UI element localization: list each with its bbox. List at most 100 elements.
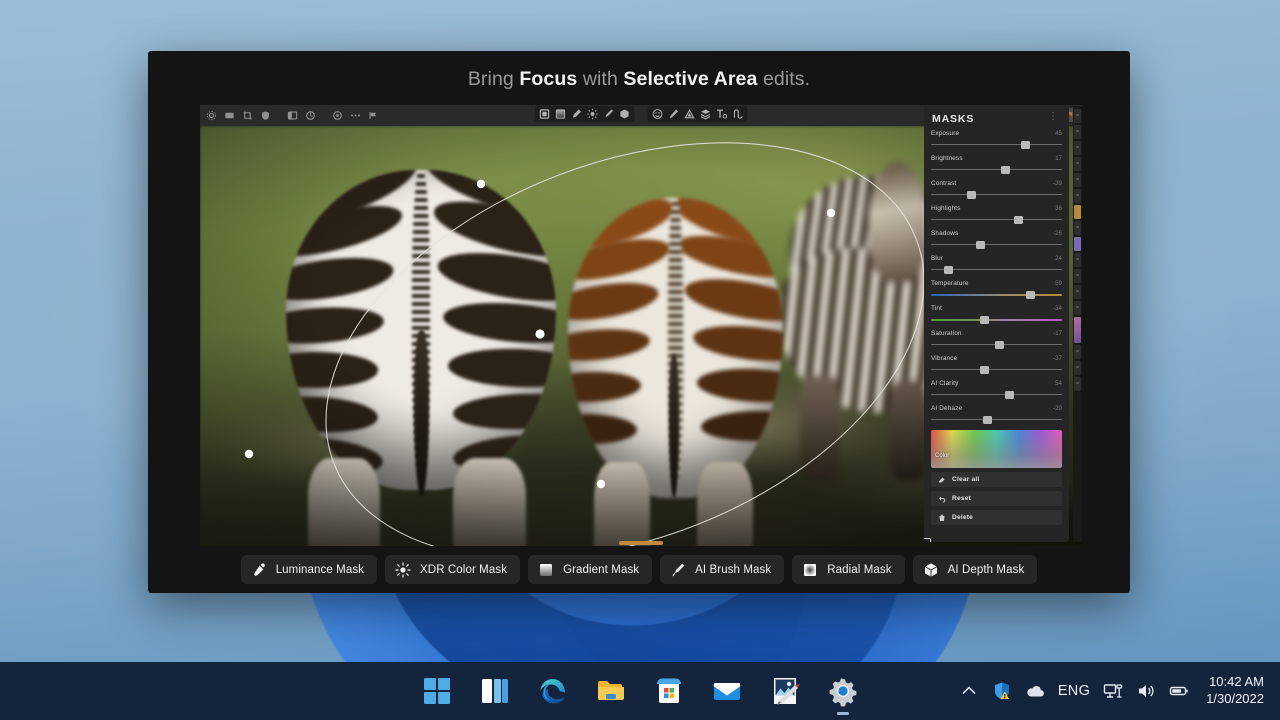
- text-icon[interactable]: [716, 108, 728, 120]
- filmstrip-cell[interactable]: [1074, 189, 1081, 203]
- slider-knob[interactable]: [976, 240, 986, 249]
- onedrive-cloud-icon[interactable]: [1025, 681, 1045, 701]
- square-mask-icon[interactable]: [539, 108, 551, 120]
- info-icon[interactable]: [332, 110, 343, 121]
- filmstrip-cell[interactable]: [1074, 173, 1081, 187]
- filmstrip-cell[interactable]: [1074, 361, 1081, 375]
- filmstrip-cell[interactable]: [1074, 253, 1081, 267]
- rectangle-icon[interactable]: [224, 110, 235, 121]
- gradient-mask-icon[interactable]: [555, 108, 567, 120]
- slider-track[interactable]: [931, 165, 1062, 175]
- slider-track[interactable]: [931, 365, 1062, 375]
- slider-knob[interactable]: [1005, 390, 1015, 399]
- file-explorer-icon[interactable]: [595, 675, 627, 707]
- filmstrip-cell[interactable]: [1074, 345, 1081, 359]
- slider-value: -39: [1053, 180, 1062, 187]
- brush-icon[interactable]: [603, 108, 615, 120]
- slider-knob[interactable]: [982, 415, 992, 424]
- sync-icon[interactable]: [305, 110, 316, 121]
- filmstrip-cell[interactable]: [1074, 157, 1081, 171]
- layers-icon[interactable]: [287, 110, 298, 121]
- ai-brush-mask-button[interactable]: AI Brush Mask: [660, 555, 785, 584]
- gear-icon[interactable]: [206, 110, 217, 121]
- slider-knob[interactable]: [1026, 290, 1036, 299]
- microsoft-store-icon[interactable]: [653, 675, 685, 707]
- defender-shield-warning-icon[interactable]: [992, 681, 1012, 701]
- language-indicator[interactable]: ENG: [1058, 683, 1090, 699]
- photo-editor-icon[interactable]: [769, 675, 801, 707]
- slider-knob[interactable]: [980, 365, 990, 374]
- slider-track[interactable]: [931, 415, 1062, 425]
- slider-track[interactable]: [931, 340, 1062, 350]
- slider-row: Shadows -26: [931, 230, 1062, 250]
- volume-icon[interactable]: [1136, 681, 1156, 701]
- color-picker-swatch[interactable]: Color: [931, 430, 1062, 468]
- filmstrip-cell[interactable]: [1074, 125, 1081, 139]
- filmstrip-cell[interactable]: [1074, 377, 1081, 391]
- filmstrip-cell[interactable]: [1074, 205, 1081, 219]
- filmstrip-cell[interactable]: [1074, 141, 1081, 155]
- edge-icon[interactable]: [537, 675, 569, 707]
- filmstrip-cell[interactable]: [1074, 317, 1081, 343]
- filmstrip-cell[interactable]: [1074, 285, 1081, 299]
- slider-row: Highlights 36: [931, 205, 1062, 225]
- chevron-up-icon[interactable]: [959, 681, 979, 701]
- settings-icon[interactable]: [827, 675, 859, 707]
- shield-icon[interactable]: [260, 110, 271, 121]
- slider-knob[interactable]: [943, 265, 953, 274]
- slider-track-line: [931, 169, 1062, 171]
- layers-stack-icon[interactable]: [700, 108, 712, 120]
- triangle-icon[interactable]: [684, 108, 696, 120]
- slider-track[interactable]: [931, 265, 1062, 275]
- eyedropper-icon[interactable]: [571, 108, 583, 120]
- filmstrip-cell[interactable]: [1074, 221, 1081, 235]
- slider-knob[interactable]: [980, 315, 990, 324]
- battery-icon[interactable]: [1169, 681, 1189, 701]
- slider-track[interactable]: [931, 290, 1062, 300]
- slider-knob[interactable]: [994, 340, 1004, 349]
- ai-depth-mask-button[interactable]: AI Depth Mask: [912, 555, 1038, 584]
- filmstrip-cell[interactable]: [1074, 269, 1081, 283]
- delete-button[interactable]: Delete: [931, 510, 1062, 525]
- slider-track[interactable]: [931, 390, 1062, 400]
- filmstrip-cell[interactable]: [1074, 237, 1081, 251]
- mail-icon[interactable]: [711, 675, 743, 707]
- retouch-icon[interactable]: [668, 108, 680, 120]
- toolbar-left-group: [206, 110, 379, 121]
- filmstrip-cell[interactable]: [1074, 301, 1081, 315]
- flag-icon[interactable]: [368, 110, 379, 121]
- xdr-color-mask-button[interactable]: XDR Color Mask: [385, 555, 521, 584]
- headline-bold-selective-area: Selective Area: [623, 67, 758, 90]
- vertical-ellipsis-icon[interactable]: ⋮: [1046, 112, 1060, 122]
- depth-cube-icon[interactable]: [619, 108, 631, 120]
- reset-button[interactable]: Reset: [931, 491, 1062, 506]
- taskbar-clock[interactable]: 10:42 AM 1/30/2022: [1202, 674, 1270, 707]
- xdr-color-icon[interactable]: [587, 108, 599, 120]
- crop-icon[interactable]: [242, 110, 253, 121]
- filmstrip-cell[interactable]: [1074, 109, 1081, 123]
- slider-track[interactable]: [931, 215, 1062, 225]
- slider-track[interactable]: [931, 240, 1062, 250]
- transform-icon[interactable]: [732, 108, 744, 120]
- slider-track[interactable]: [931, 315, 1062, 325]
- face-icon[interactable]: [652, 108, 664, 120]
- start-icon[interactable]: [421, 675, 453, 707]
- headline-suffix: edits.: [757, 67, 811, 90]
- color-picker-handle[interactable]: [924, 538, 931, 542]
- clear-all-button[interactable]: Clear all: [931, 472, 1062, 487]
- slider-knob[interactable]: [1014, 215, 1024, 224]
- network-icon[interactable]: [1103, 681, 1123, 701]
- slider-knob[interactable]: [1001, 165, 1011, 174]
- radial-mask-button[interactable]: Radial Mask: [792, 555, 905, 584]
- slider-knob[interactable]: [1020, 140, 1030, 149]
- luminance-mask-button[interactable]: Luminance Mask: [240, 555, 378, 584]
- mask-type-toolbar: Luminance Mask XDR Color Mask Gradient Mas…: [148, 546, 1130, 593]
- widgets-icon[interactable]: [479, 675, 511, 707]
- slider-track[interactable]: [931, 140, 1062, 150]
- more-icon[interactable]: [350, 110, 361, 121]
- gradient-mask-button[interactable]: Gradient Mask: [528, 555, 653, 584]
- adjustment-histogram-strip[interactable]: [1073, 106, 1082, 542]
- slider-knob[interactable]: [967, 190, 977, 199]
- slider-track[interactable]: [931, 190, 1062, 200]
- clock-date: 1/30/2022: [1206, 691, 1264, 706]
